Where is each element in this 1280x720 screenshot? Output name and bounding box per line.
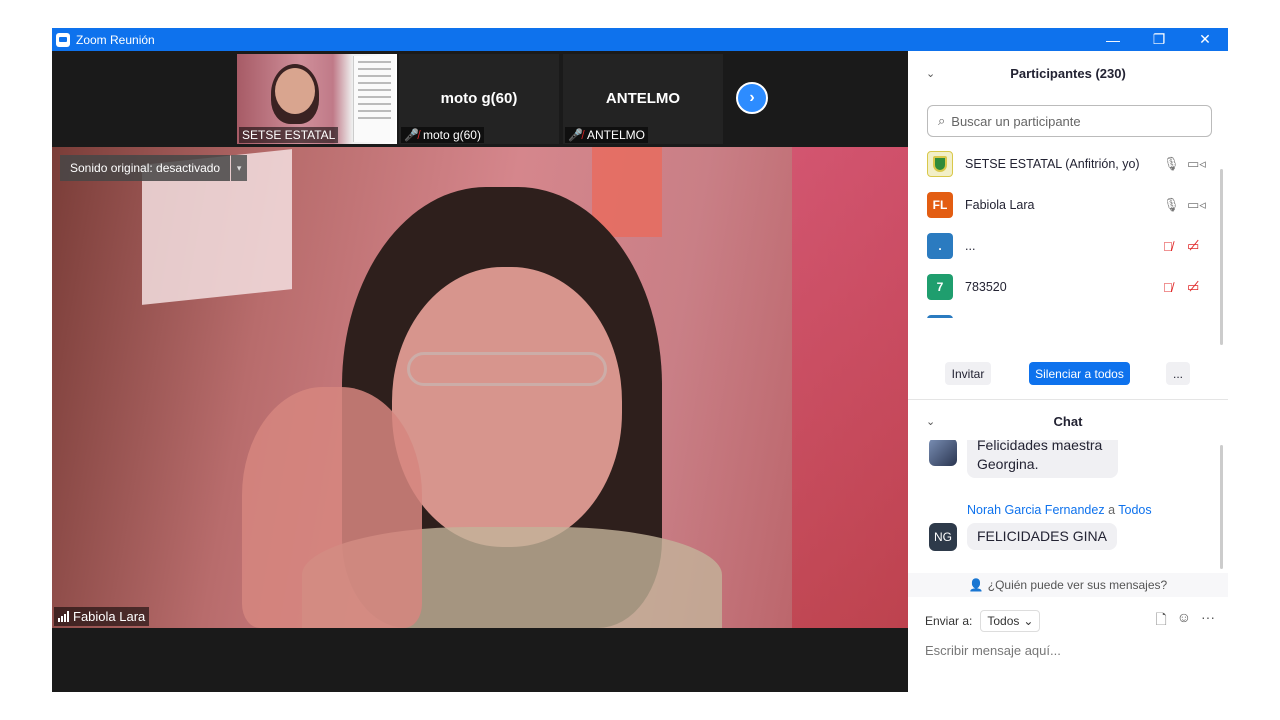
speaker-name-label: Fabiola Lara — [54, 607, 150, 626]
search-icon: ⌕ — [938, 113, 946, 128]
mic-muted-icon: 🎤̸ — [568, 128, 583, 142]
thumbnail-name: ANTELMO — [586, 128, 645, 142]
thumbnail-moto-g60[interactable]: moto g(60) 🎤̸ moto g(60) — [399, 54, 559, 144]
original-sound-badge[interactable]: Sonido original: desactivado ▾ — [60, 155, 248, 181]
active-speaker-video: Sonido original: desactivado ▾ Fabiola L… — [52, 147, 908, 628]
collapse-participants-icon[interactable]: ⌄ — [926, 67, 935, 80]
mute-all-button[interactable]: Silenciar a todos — [1029, 362, 1130, 385]
participant-list: SETSE ESTATAL (Anfitrión, yo) 🎙 ▭◃ FL Fa… — [908, 144, 1228, 318]
participant-row[interactable]: SETSE ESTATAL (Anfitrión, yo) 🎙 ▭◃ — [908, 144, 1218, 184]
chat-sender-name[interactable]: Norah Garcia Fernandez — [967, 503, 1105, 517]
person-lock-icon: 👤 — [968, 578, 984, 592]
collapse-chat-icon[interactable]: ⌄ — [926, 415, 935, 428]
thumbnail-antelmo[interactable]: ANTELMO 🎤̸ ANTELMO — [563, 54, 723, 144]
participant-row[interactable]: . ... 🎙̸ ▭̸ — [908, 226, 1218, 266]
thumbnail-setse-estatal[interactable]: SETSE ESTATAL — [237, 54, 397, 144]
video-camera-icon[interactable]: ▭◃ — [1187, 156, 1206, 172]
chat-message-input[interactable] — [925, 639, 1215, 661]
microphone-muted-icon[interactable]: 🎙̸ — [1163, 239, 1173, 254]
window-title: Zoom Reunión — [76, 32, 155, 47]
speaker-name: Fabiola Lara — [73, 609, 146, 624]
participant-row[interactable] — [908, 308, 1218, 318]
chat-header: ⌄ Chat — [908, 399, 1228, 443]
participants-title: Participantes (230) — [1010, 65, 1126, 81]
signal-bars-icon — [58, 611, 69, 622]
thumbnail-strip: SETSE ESTATAL moto g(60) 🎤̸ moto g(60) A… — [52, 51, 908, 147]
avatar — [929, 440, 957, 466]
avatar: FL — [927, 192, 953, 218]
microphone-icon[interactable]: 🎙 — [1163, 197, 1180, 213]
more-options-button[interactable]: ... — [1166, 362, 1190, 385]
participant-scrollbar[interactable] — [1218, 169, 1224, 345]
participants-header: ⌄ Participantes (230) — [908, 51, 1228, 95]
chat-sender-line: Norah Garcia Fernandez a Todos — [967, 503, 1152, 517]
next-page-button[interactable]: › — [736, 82, 768, 114]
avatar: 7 — [927, 274, 953, 300]
meeting-area: SETSE ESTATAL moto g(60) 🎤̸ moto g(60) A… — [52, 51, 908, 692]
microphone-muted-icon[interactable]: 🎙̸ — [1163, 280, 1173, 295]
avatar — [927, 151, 953, 177]
participant-row[interactable]: 7 783520 🎙̸ ▭̸ — [908, 267, 1218, 307]
thumbnail-big-name: moto g(60) — [440, 90, 518, 107]
send-to-value: Todos — [987, 614, 1020, 628]
restore-button[interactable]: ❐ — [1136, 28, 1182, 51]
who-can-see-text: ¿Quién puede ver sus mensajes? — [987, 578, 1168, 592]
search-input[interactable] — [951, 113, 1211, 129]
thumbnail-name-label: 🎤̸ ANTELMO — [565, 127, 648, 143]
avatar — [927, 315, 953, 318]
participant-name: ... — [965, 239, 976, 253]
send-to-label: Enviar a: — [925, 614, 973, 628]
chat-message: FELICIDADES GINA — [967, 523, 1117, 550]
chat-to-word: a — [1108, 503, 1116, 517]
chevron-down-icon[interactable]: ▾ — [231, 155, 248, 181]
thumbnail-name-label: 🎤̸ moto g(60) — [401, 127, 484, 143]
send-to-dropdown[interactable]: Todos ⌄ — [980, 610, 1041, 632]
chat-recipient[interactable]: Todos — [1118, 503, 1151, 517]
participant-row[interactable]: FL Fabiola Lara 🎙 ▭◃ — [908, 185, 1218, 225]
original-sound-text: Sonido original: desactivado — [60, 155, 231, 181]
file-icon[interactable]: 🗋 — [1155, 609, 1166, 633]
avatar: . — [927, 233, 953, 259]
emoji-icon[interactable]: ☺ — [1177, 609, 1191, 633]
close-button[interactable]: ✕ — [1182, 28, 1228, 51]
thumbnail-big-name: ANTELMO — [605, 90, 681, 107]
zoom-app-icon — [56, 32, 70, 47]
avatar: NG — [929, 523, 957, 551]
participant-name: 783520 — [965, 280, 1007, 294]
chat-title: Chat — [1053, 413, 1083, 429]
thumbnail-name-label: SETSE ESTATAL — [239, 127, 339, 143]
title-bar: Zoom Reunión — ❐ ✕ — [52, 28, 1228, 51]
video-camera-icon[interactable]: ▭◃ — [1187, 197, 1206, 213]
participant-search[interactable]: ⌕ — [927, 105, 1212, 137]
thumbnail-name: moto g(60) — [422, 128, 481, 142]
participant-name: Fabiola Lara — [965, 198, 1035, 212]
video-off-icon[interactable]: ▭̸ — [1187, 279, 1199, 295]
minimize-button[interactable]: — — [1090, 28, 1136, 51]
zoom-window: Zoom Reunión — ❐ ✕ SETSE ESTATAL moto g(… — [52, 28, 1228, 692]
send-to-row: Enviar a: Todos ⌄ 🗋 ☺ ··· — [925, 609, 1215, 633]
participant-name: SETSE ESTATAL (Anfitrión, yo) — [965, 157, 1140, 171]
video-off-icon[interactable]: ▭̸ — [1187, 238, 1199, 254]
more-icon[interactable]: ··· — [1201, 609, 1215, 633]
side-panel: ⌄ Participantes (230) ⌕ SETSE ESTATAL (A… — [908, 51, 1228, 692]
mic-muted-icon: 🎤̸ — [404, 128, 419, 142]
thumbnail-name: SETSE ESTATAL — [242, 128, 336, 142]
chat-message: Felicidades maestra Georgina. — [967, 440, 1118, 478]
chat-messages: Felicidades maestra Georgina. Norah Garc… — [908, 440, 1228, 570]
microphone-icon[interactable]: 🎙 — [1163, 156, 1180, 172]
chevron-down-icon: ⌄ — [1023, 614, 1034, 628]
invite-button[interactable]: Invitar — [945, 362, 991, 385]
chat-scrollbar[interactable] — [1218, 445, 1224, 569]
who-can-see-messages[interactable]: 👤 ¿Quién puede ver sus mensajes? — [908, 573, 1228, 597]
